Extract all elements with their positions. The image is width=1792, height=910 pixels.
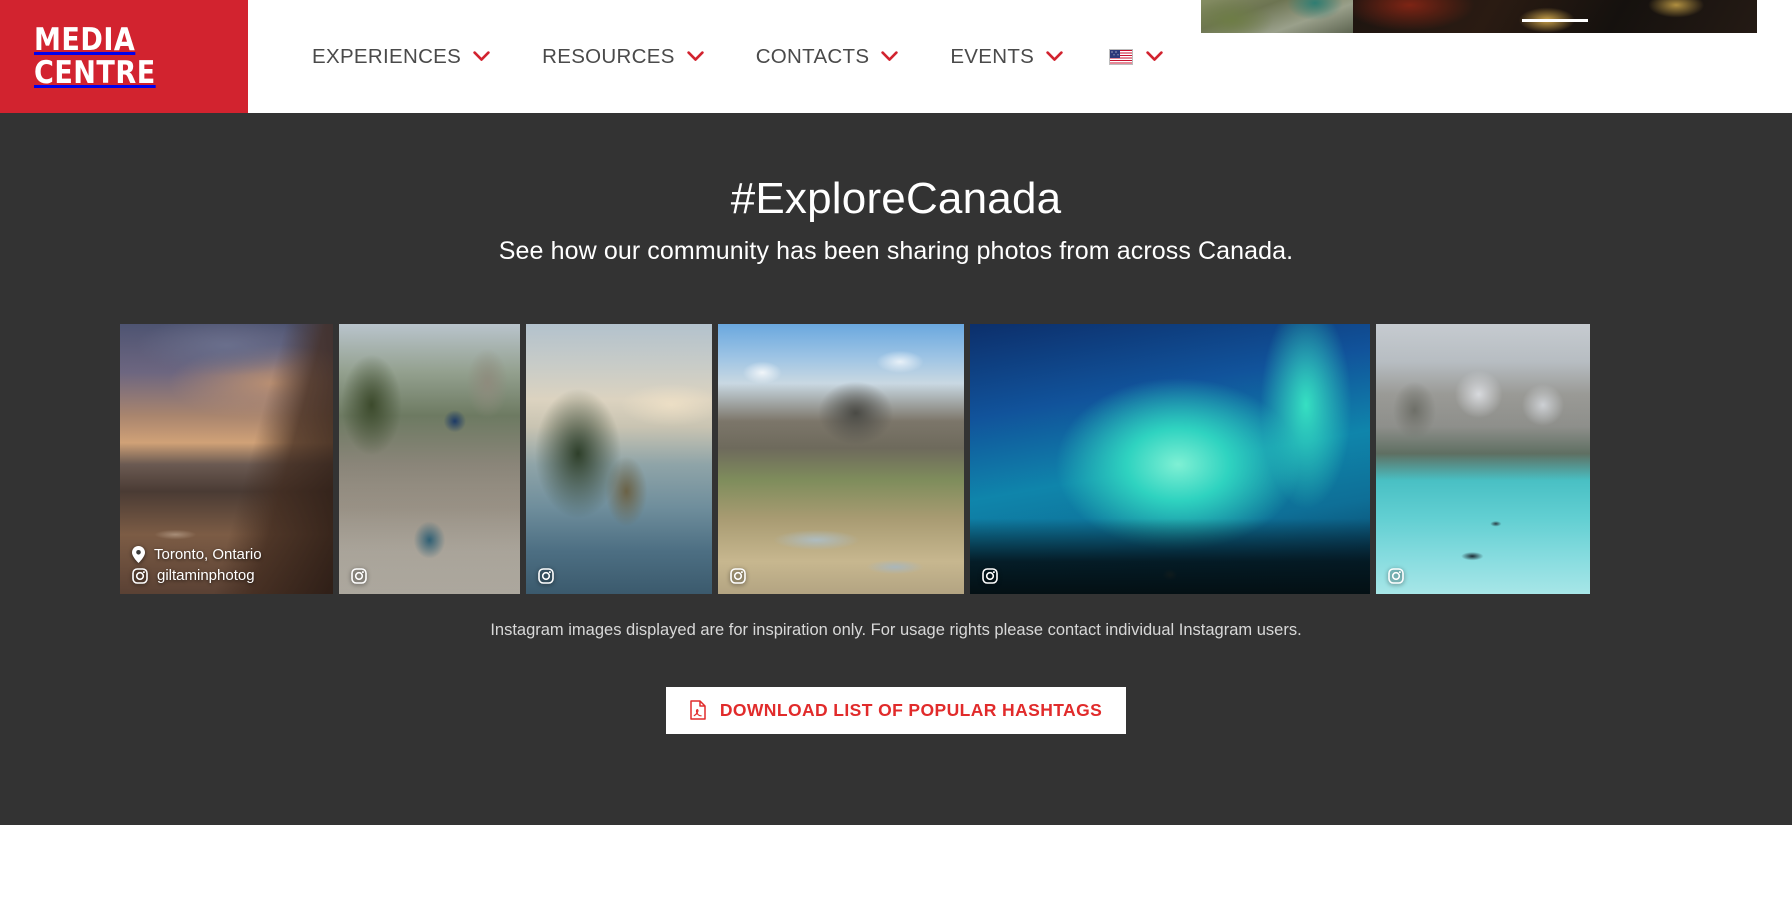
logo-line-1: MEDIA — [34, 21, 136, 58]
photo-moraine-lake — [1376, 323, 1590, 594]
location-pin-icon — [132, 545, 145, 563]
site-logo[interactable]: MEDIA CENTRE — [0, 0, 248, 113]
gallery-item-location-row: Toronto, Ontario — [132, 545, 262, 563]
nav-item-experiences[interactable]: EXPERIENCES — [286, 0, 516, 113]
usage-disclaimer: Instagram images displayed are for inspi… — [490, 620, 1302, 639]
pdf-file-icon — [690, 700, 706, 721]
instagram-icon — [132, 567, 148, 584]
gallery-item[interactable] — [339, 323, 520, 594]
site-header: MEDIA CENTRE EXPERIENCES RESOURCES CONTA… — [0, 0, 1792, 113]
chevron-down-icon[interactable] — [686, 51, 704, 62]
instagram-icon — [730, 567, 746, 584]
nav-item-contacts[interactable]: CONTACTS — [730, 0, 925, 113]
gallery-item-user-row[interactable] — [1388, 567, 1413, 584]
instagram-icon — [538, 567, 554, 584]
download-hashtags-button[interactable]: DOWNLOAD LIST OF POPULAR HASHTAGS — [666, 686, 1126, 734]
gallery-item[interactable] — [526, 323, 712, 594]
instagram-gallery: Toronto, Ontario giltaminphotog — [0, 323, 1792, 594]
photo-northern-lights — [970, 323, 1370, 594]
page-title: #ExploreCanada — [730, 174, 1062, 223]
us-flag-icon — [1109, 48, 1134, 65]
gallery-item-caption — [730, 567, 755, 584]
instagram-icon — [351, 567, 367, 584]
nav-label: EXPERIENCES — [312, 44, 462, 68]
gallery-item[interactable]: Toronto, Ontario giltaminphotog — [120, 323, 333, 594]
page-footer-area — [0, 825, 1792, 910]
chevron-down-icon[interactable] — [1146, 51, 1163, 62]
gallery-item-username: giltaminphotog — [157, 567, 255, 585]
photo-quebec-street — [339, 323, 520, 594]
gallery-item[interactable] — [1376, 323, 1590, 594]
nav-label: EVENTS — [950, 44, 1035, 68]
photo-mountain-valley — [718, 323, 964, 594]
logo-line-2: CENTRE — [34, 54, 156, 91]
gallery-item-user-row[interactable]: giltaminphotog — [132, 567, 262, 585]
explore-canada-section: #ExploreCanada See how our community has… — [0, 113, 1792, 825]
gallery-item[interactable] — [970, 323, 1370, 594]
gallery-item-user-row[interactable] — [730, 567, 755, 584]
gallery-item-caption — [351, 567, 376, 584]
gallery-item-user-row[interactable] — [351, 567, 376, 584]
chevron-down-icon[interactable] — [881, 51, 899, 62]
gallery-item-user-row[interactable] — [538, 567, 563, 584]
gallery-item-caption: Toronto, Ontario giltaminphotog — [132, 545, 262, 585]
download-hashtags-label: DOWNLOAD LIST OF POPULAR HASHTAGS — [719, 699, 1103, 720]
page-subtitle: See how our community has been sharing p… — [498, 236, 1294, 265]
language-selector[interactable] — [1089, 0, 1183, 113]
nav-label: CONTACTS — [755, 44, 870, 68]
cta-container: DOWNLOAD LIST OF POPULAR HASHTAGS — [0, 686, 1792, 734]
nav-item-resources[interactable]: RESOURCES — [516, 0, 730, 113]
photo-coastal-cliff — [526, 323, 712, 594]
instagram-icon — [1388, 567, 1404, 584]
instagram-icon — [982, 567, 998, 584]
nav-item-events[interactable]: EVENTS — [924, 0, 1089, 113]
gallery-item-caption — [538, 567, 563, 584]
chevron-down-icon[interactable] — [1046, 51, 1063, 62]
gallery-item-caption — [1388, 567, 1413, 584]
hero-slide-2[interactable] — [1353, 0, 1757, 33]
hero-carousel[interactable] — [1201, 0, 1757, 33]
gallery-item-user-row[interactable] — [982, 567, 1007, 584]
nav-label: RESOURCES — [542, 44, 675, 68]
gallery-item-caption — [982, 567, 1007, 584]
chevron-down-icon[interactable] — [473, 51, 490, 62]
carousel-indicator-bar[interactable] — [1522, 19, 1588, 22]
gallery-item[interactable] — [718, 323, 964, 594]
hero-slide-1[interactable] — [1201, 0, 1353, 33]
gallery-item-location: Toronto, Ontario — [154, 545, 262, 563]
